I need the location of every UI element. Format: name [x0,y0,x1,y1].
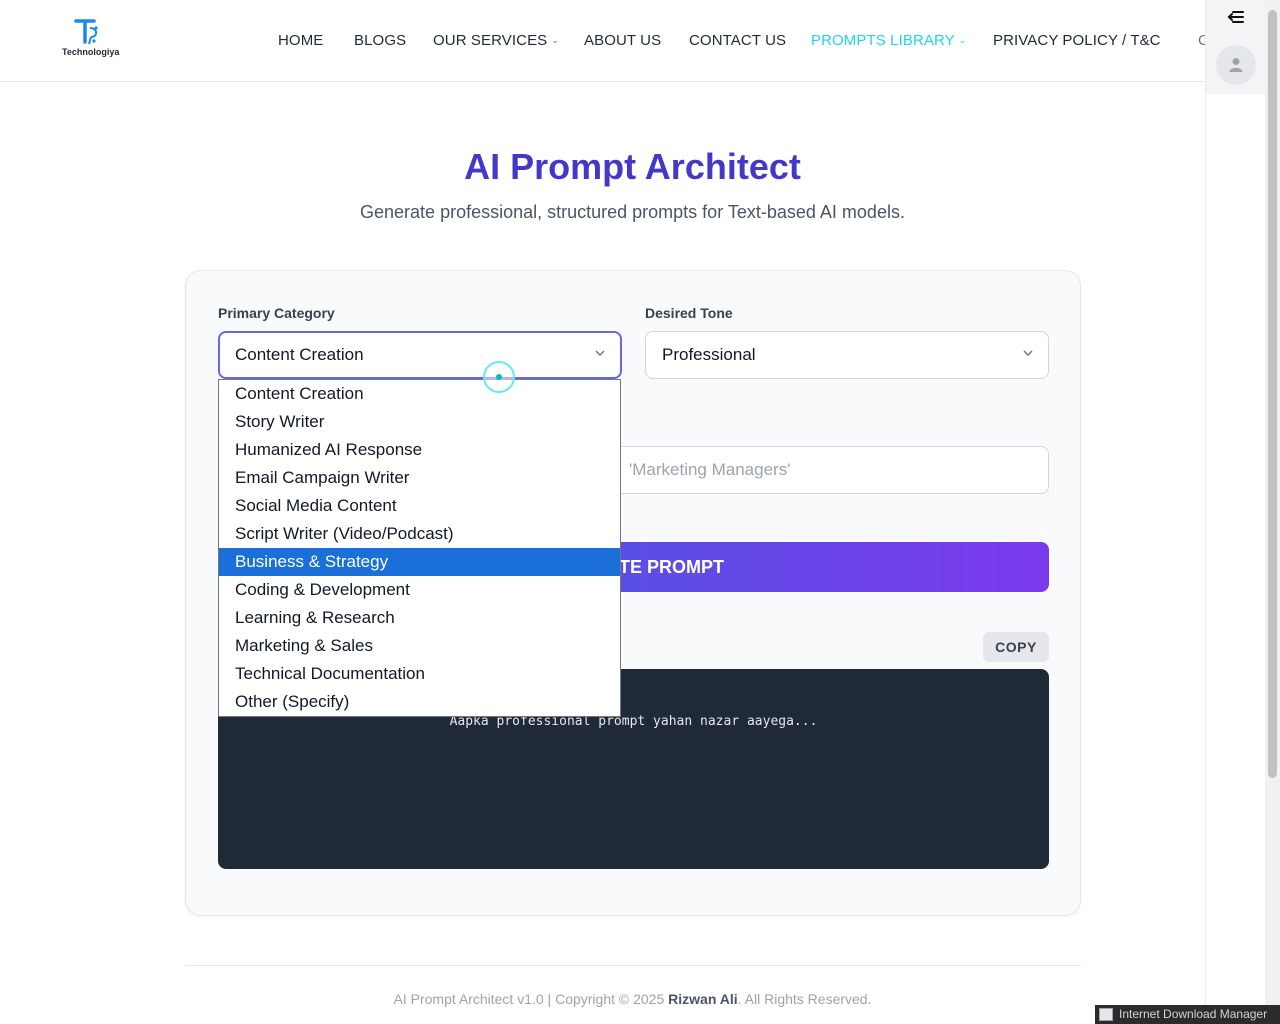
footer-divider [185,965,1081,966]
cursor-indicator [483,361,515,393]
page-scrollbar[interactable] [1265,0,1280,1024]
nav-contact-us-label: CONTACT US [689,32,787,49]
footer-prefix: AI Prompt Architect v1.0 | Copyright © 2… [393,991,669,1007]
nav-blogs[interactable]: BLOGS [354,32,406,49]
footer-suffix: . All Rights Reserved. [737,991,872,1007]
tone-label: Desired Tone [645,305,733,321]
option-business-strategy[interactable]: Business & Strategy [219,548,620,576]
search-icon[interactable]: C [1198,32,1205,49]
nav-home[interactable]: HOME [278,32,323,49]
nav-privacy-policy[interactable]: PRIVACY POLICY / T&C [993,32,1161,49]
option-technical-documentation[interactable]: Technical Documentation [219,660,620,688]
collapse-menu-icon[interactable] [1225,6,1247,28]
option-marketing-sales[interactable]: Marketing & Sales [219,632,620,660]
option-other-specify[interactable]: Other (Specify) [219,688,620,716]
option-social-media-content[interactable]: Social Media Content [219,492,620,520]
copy-button[interactable]: COPY [983,632,1049,662]
logo-icon [74,19,98,45]
option-content-creation[interactable]: Content Creation [219,380,620,408]
option-coding-development[interactable]: Coding & Development [219,576,620,604]
nav-privacy-policy-label: PRIVACY POLICY / T&C [993,32,1161,49]
chevron-down-icon [594,333,606,377]
option-learning-research[interactable]: Learning & Research [219,604,620,632]
category-options-list[interactable]: Content Creation Story Writer Humanized … [218,379,621,717]
chevron-down-icon: ⌄ [958,35,967,45]
chevron-down-icon: ⌄ [551,35,559,45]
site-logo[interactable]: Technologiya [62,18,120,64]
audience-input-placeholder: 'Marketing Managers' [629,460,791,479]
idm-icon [1099,1008,1113,1021]
footer-author: Rizwan Ali [668,991,738,1007]
option-humanized-ai-response[interactable]: Humanized AI Response [219,436,620,464]
nav-home-label: HOME [278,32,324,49]
category-select-value: Content Creation [235,345,364,364]
scrollbar-thumb[interactable] [1268,10,1277,778]
cursor-dot [496,374,502,380]
side-panel-top [1206,0,1266,94]
site-footer: AI Prompt Architect v1.0 | Copyright © 2… [0,991,1265,1007]
nav-our-services-label: OUR SERVICES [433,32,548,49]
page-title: AI Prompt Architect [464,146,801,187]
nav-our-services[interactable]: OUR SERVICES ⌄ [433,32,559,49]
nav-contact-us[interactable]: CONTACT US [689,32,786,49]
site-header: Technologiya HOME BLOGS OUR SERVICES ⌄ AB… [0,0,1205,82]
tone-select-value: Professional [662,345,756,364]
nav-about-us[interactable]: ABOUT US [584,32,661,49]
nav-prompts-library[interactable]: PROMPTS LIBRARY ⌄ [811,32,966,49]
tone-select[interactable]: Professional [645,331,1049,379]
taskbar-idm-label: Internet Download Manager [1119,1007,1268,1021]
option-script-writer[interactable]: Script Writer (Video/Podcast) [219,520,620,548]
nav-blogs-label: BLOGS [354,32,407,49]
category-select[interactable]: Content Creation [218,331,622,379]
page-subtitle: Generate professional, structured prompt… [360,202,905,222]
user-icon [1229,58,1243,72]
generate-prompt-label: TE PROMPT [619,557,725,577]
logo-text: Technologiya [62,47,120,57]
option-story-writer[interactable]: Story Writer [219,408,620,436]
nav-prompts-library-label: PROMPTS LIBRARY [811,32,955,49]
user-avatar[interactable] [1216,45,1256,85]
category-label: Primary Category [218,305,335,321]
chevron-down-icon [1022,332,1034,378]
option-email-campaign-writer[interactable]: Email Campaign Writer [219,464,620,492]
taskbar-idm[interactable]: Internet Download Manager [1095,1005,1280,1024]
nav-about-us-label: ABOUT US [584,32,662,49]
